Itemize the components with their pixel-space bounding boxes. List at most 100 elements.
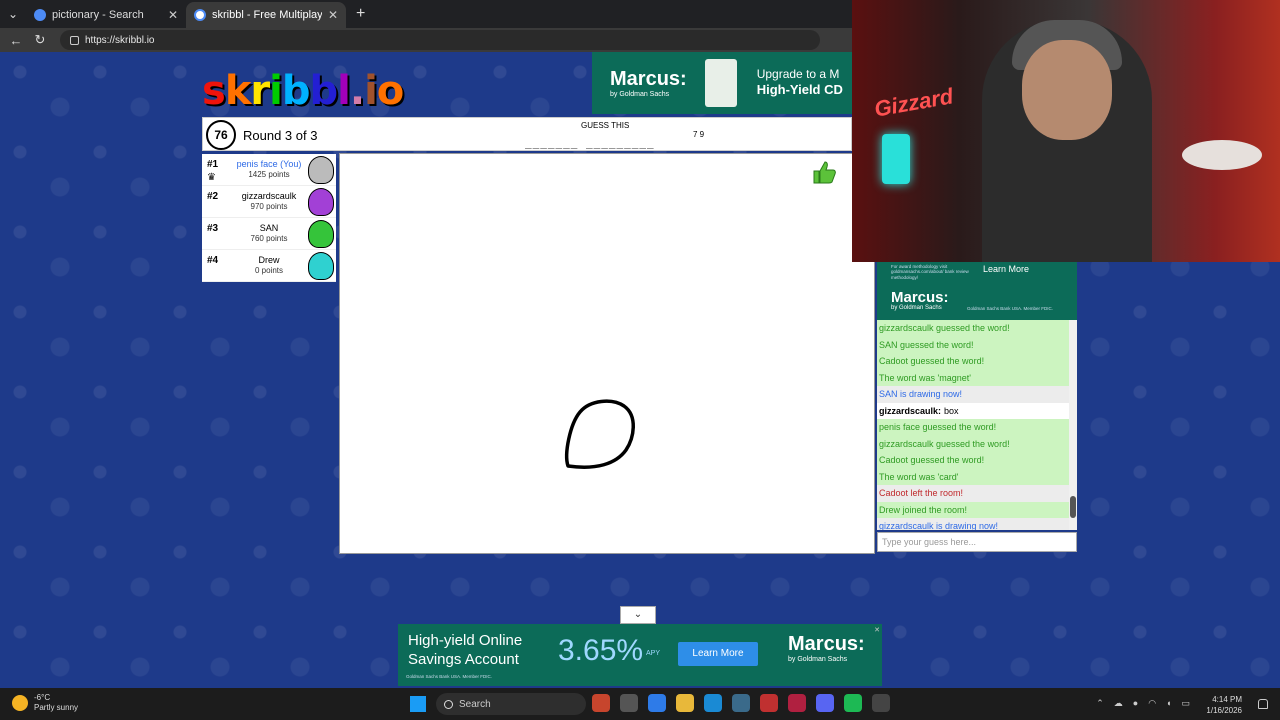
chat-ad[interactable]: For award methodology visit goldmansachs… <box>877 262 1077 320</box>
thumbs-up-icon[interactable] <box>810 158 838 186</box>
chat-message: gizzardscaulk guessed the word! <box>877 320 1077 337</box>
chat-message: SAN guessed the word! <box>877 336 1077 353</box>
app-icon[interactable] <box>732 694 750 712</box>
chat-message: The word was 'card' <box>877 468 1077 485</box>
app-icon[interactable] <box>788 694 806 712</box>
edge-icon[interactable] <box>704 694 722 712</box>
battery-icon[interactable]: ▭ <box>1181 698 1190 709</box>
logo-text: skribbl.io <box>202 68 404 114</box>
chat-message: The word was 'magnet' <box>877 369 1077 386</box>
file-explorer-icon[interactable] <box>676 694 694 712</box>
ad-fine-print: Goldman Sachs Bank USA. Member FDIC. <box>967 306 1054 311</box>
learn-more-link[interactable]: Learn More <box>983 264 1029 274</box>
spotify-icon[interactable] <box>844 694 862 712</box>
wifi-icon[interactable]: ◠ <box>1148 698 1156 709</box>
ad-fine-print: Goldman Sachs Bank USA. Member FDIC. <box>406 674 493 679</box>
player-row[interactable]: #2 gizzardscaulk 970 points <box>202 186 336 218</box>
chat-scrollbar[interactable] <box>1069 320 1077 530</box>
player-row[interactable]: #1 penis face (You) 1425 points ♛ <box>202 154 336 186</box>
chat-text: Drew joined the room! <box>879 504 968 515</box>
chat-message: Cadoot guessed the word! <box>877 353 1077 370</box>
clock[interactable]: 4:14 PM 1/16/2026 <box>1206 694 1242 716</box>
chevron-up-icon[interactable]: ⌃ <box>1096 698 1104 709</box>
chat-message: Drew joined the room! <box>877 501 1077 518</box>
ad-brand: Marcus: by Goldman Sachs <box>788 633 865 663</box>
player-name: Drew <box>258 255 280 265</box>
player-avatar <box>308 188 334 216</box>
chat-message: gizzardscaulk: box <box>877 403 1077 420</box>
system-tray: ⌃ ☁ ● ◠ ◖ ▭ <box>1096 698 1190 709</box>
notification-bell-icon[interactable] <box>1258 699 1268 709</box>
discord-icon[interactable] <box>816 694 834 712</box>
weather-widget[interactable]: -6°C Partly sunny <box>12 693 78 712</box>
mic-icon[interactable]: ● <box>1133 698 1138 709</box>
address-bar-row: ← ↻ https://skribbl.io <box>0 28 852 52</box>
chat-message: gizzardscaulk is drawing now! <box>877 518 1077 530</box>
player-points: 1425 points <box>248 170 290 179</box>
app-icon[interactable] <box>872 694 890 712</box>
player-rank: #4 <box>207 255 219 266</box>
back-icon[interactable]: ← <box>8 33 24 48</box>
bottom-banner-ad[interactable]: ⌄ High-yield Online Savings Account Gold… <box>398 606 882 686</box>
close-tab-icon[interactable]: ✕ <box>328 8 338 22</box>
timer-clock-icon: 76 <box>206 120 236 150</box>
windows-start-icon[interactable] <box>410 696 426 712</box>
collapse-ad-chevron-icon[interactable]: ⌄ <box>620 606 656 624</box>
chat-message: gizzardscaulk guessed the word! <box>877 435 1077 452</box>
shelf-decor <box>1182 140 1262 170</box>
weather-desc: Partly sunny <box>34 702 79 712</box>
scroll-thumb[interactable] <box>1070 496 1076 518</box>
crown-icon: ♛ <box>207 172 216 183</box>
ad-close-icon[interactable]: ✕ <box>874 626 880 634</box>
weather-temp: -6°C <box>34 693 51 702</box>
player-row[interactable]: #4 Drew 0 points <box>202 250 336 282</box>
app-icon[interactable] <box>648 694 666 712</box>
chat-text: gizzardscaulk is drawing now! <box>879 521 999 530</box>
taskbar-search[interactable]: Search <box>436 693 586 715</box>
top-banner-ad[interactable]: Marcus: by Goldman Sachs Upgrade to a M … <box>592 52 854 114</box>
ad-headline: High-yield Online Savings Account <box>408 632 523 668</box>
player-name: penis face (You) <box>236 159 302 169</box>
ad-rate: 3.65% <box>558 634 644 667</box>
chat-text: SAN guessed the word! <box>879 339 974 350</box>
app-icon[interactable] <box>760 694 778 712</box>
volume-icon[interactable]: ◖ <box>1166 698 1171 709</box>
app-icon[interactable] <box>620 694 638 712</box>
app-icon[interactable] <box>592 694 610 712</box>
guess-input[interactable] <box>877 532 1077 552</box>
search-label: Search <box>459 698 491 710</box>
chat-log[interactable]: gizzardscaulk guessed the word! SAN guess… <box>877 320 1077 530</box>
chat-text: Cadoot guessed the word! <box>879 455 985 466</box>
game-header: 76 Round 3 of 3 GUESS THIS _______ _____… <box>202 117 852 151</box>
learn-more-button[interactable]: Learn More <box>678 642 758 666</box>
cloud-icon[interactable]: ☁ <box>1114 698 1123 709</box>
skribbl-logo: skribbl.io <box>202 68 404 114</box>
tab-list-dropdown-icon[interactable]: ⌄ <box>0 0 26 28</box>
ad-badge-image <box>704 59 737 107</box>
microphone-image <box>882 134 910 184</box>
round-indicator: Round 3 of 3 <box>243 128 318 143</box>
reload-icon[interactable]: ↻ <box>32 32 48 48</box>
guess-this-label: GUESS THIS <box>581 121 630 130</box>
ad-brand: Marcus: by Goldman Sachs <box>891 289 949 311</box>
player-list: #1 penis face (You) 1425 points ♛ #2 giz… <box>202 154 336 282</box>
tab-title: skribbl - Free Multiplayer Drawing <box>212 9 322 21</box>
streamer-face <box>1022 40 1112 140</box>
close-tab-icon[interactable]: ✕ <box>168 8 178 22</box>
player-name: SAN <box>259 223 279 233</box>
chat-text: gizzardscaulk guessed the word! <box>879 438 1010 449</box>
new-tab-icon[interactable]: + <box>346 5 375 23</box>
tab-skribbl[interactable]: skribbl - Free Multiplayer Drawing ✕ <box>186 2 346 28</box>
tab-search[interactable]: pictionary - Search ✕ <box>26 2 186 28</box>
player-avatar <box>308 220 334 248</box>
chat-message: SAN is drawing now! <box>877 386 1077 403</box>
search-icon <box>444 699 453 709</box>
player-row[interactable]: #3 SAN 760 points <box>202 218 336 250</box>
drawing-canvas[interactable] <box>339 153 875 554</box>
chat-text: Cadoot guessed the word! <box>879 356 985 367</box>
chat-text: The word was 'magnet' <box>879 372 971 383</box>
url-field[interactable]: https://skribbl.io <box>60 30 820 50</box>
lock-icon <box>70 35 79 45</box>
chat-message: Cadoot left the room! <box>877 485 1077 502</box>
chat-text: box <box>944 405 959 416</box>
